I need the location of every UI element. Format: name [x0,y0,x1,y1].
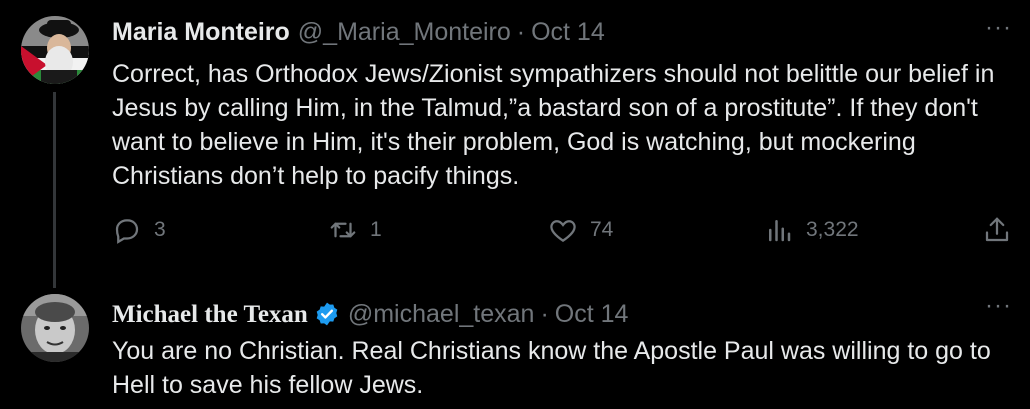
tweet-date[interactable]: Oct 14 [531,18,605,47]
tweet-header: Maria Monteiro @_Maria_Monteiro · Oct 14 [112,18,605,47]
share-icon [985,217,1009,242]
thread-line [53,92,56,288]
avatar[interactable] [21,294,89,362]
reply-icon [115,219,139,244]
separator: · [540,300,549,328]
like-count: 74 [590,218,614,241]
retweet-count: 1 [370,218,382,241]
tweet-michael-the-texan[interactable]: Michael the Texan @michael_texan · Oct 1… [0,286,1030,409]
verified-badge-icon [316,302,338,326]
like-icon [550,220,576,242]
retweet-button[interactable]: 1 [328,215,382,245]
views-icon [769,220,791,242]
views-button[interactable]: 3,322 [764,215,859,245]
author-handle[interactable]: @michael_texan [348,300,535,329]
like-button[interactable]: 74 [548,215,613,245]
tweet-actions: 3 1 74 3,322 [112,215,1012,255]
author-name[interactable]: Maria Monteiro [112,18,290,47]
views-count: 3,322 [806,218,859,241]
author-handle[interactable]: @_Maria_Monteiro [298,18,511,47]
tweet-text: You are no Christian. Real Christians kn… [112,337,991,399]
tweet-date[interactable]: Oct 14 [555,300,629,329]
reply-button[interactable]: 3 [112,215,166,245]
author-name[interactable]: Michael the Texan [112,301,308,329]
share-button[interactable] [982,215,1024,245]
separator: · [516,18,526,46]
retweet-icon [330,222,356,238]
avatar[interactable] [21,16,89,84]
tweet-header: Michael the Texan @michael_texan · Oct 1… [112,296,628,329]
more-icon[interactable]: ··· [985,14,1012,42]
reply-count: 3 [154,218,166,241]
tweet-text: Correct, has Orthodox Jews/Zionist sympa… [112,60,995,190]
more-icon[interactable]: ··· [985,292,1012,320]
tweet-maria-monteiro[interactable]: Maria Monteiro @_Maria_Monteiro · Oct 14… [0,0,1030,288]
